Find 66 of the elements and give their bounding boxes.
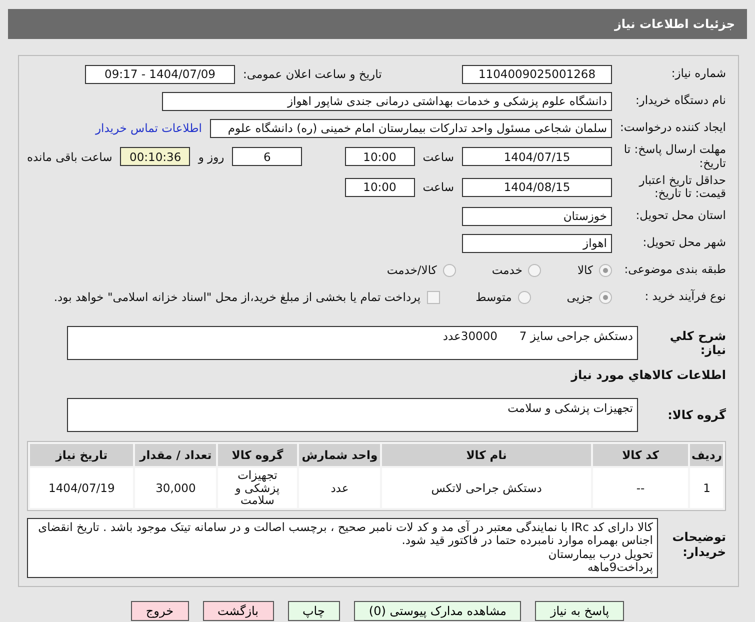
column-header: کد کالا [592,444,688,466]
option-label: جزیی [566,290,593,304]
announce-date-field: 1404/07/09 - 09:17 [85,64,235,84]
field-label: شهر محل تحویل: [642,236,726,250]
table-cell: تجهیزات پزشکی و سلامت [218,468,297,508]
field-label: نوع فرآیند خرید : [644,290,726,304]
need-number-field: 1104009025001268 [462,64,612,84]
table-cell: 1404/07/19 [30,468,134,508]
radio-button[interactable] [528,264,542,277]
option-label: کالا/خدمت [386,263,437,278]
field-label: ایجاد کننده درخواست: [620,121,726,135]
field-label: ساعت [422,150,454,164]
column-header: واحد شمارش [298,444,380,466]
page-title: جزئیات اطلاعات نیاز [8,9,747,39]
field-label: طبقه بندی موضوعی: [623,263,726,278]
checkbox[interactable] [426,290,440,304]
field-label: توضیحات خریدار: [671,530,726,559]
radio-button[interactable] [442,264,456,277]
option-label: کالا [577,263,593,278]
table-cell: عدد [298,468,380,508]
radio-button[interactable] [518,290,531,304]
validity-date-field: 1404/08/15 [462,178,612,197]
validity-time-field: 10:00 [344,178,415,197]
action-button[interactable]: خروج [130,601,188,622]
field-label: حداقل تاریخ اعتبار قیمت: تا تاریخ: [638,174,726,202]
deadline-time-field: 10:00 [344,147,415,166]
deadline-date-field: 1404/07/15 [462,147,612,166]
table-cell: -- [592,468,688,508]
field-label: شماره نیاز: [670,67,726,81]
action-button[interactable]: بازگشت [202,601,274,622]
notes-field: کالا دارای کد IRc با نمایندگی معتبر در آی مد و کد لات نامبر صحیح ، برچسب اصالت و در سامانه تیتک موجود باشد . تاریخ انقضای اجناس بهمراه موارد نامبرده حتما در فاکتور قید شود. تحویل درب بیمارستان پرداخت9ماهه [27,518,658,578]
column-header: تاریخ نیاز [30,444,134,466]
option-label: خدمت [492,263,522,278]
province-field: خوزستان [462,206,612,226]
action-button[interactable]: چاپ [288,601,340,622]
table-cell: 30,000 [135,468,216,508]
column-header: نام کالا [382,444,591,466]
field-label: شرح کلي نياز: [668,329,726,358]
radio-button[interactable] [599,264,612,277]
action-button[interactable]: مشاهده مدارک پیوستی (0) [354,601,522,622]
remaining-time-field: 00:10:36 [120,147,190,166]
section-title: اطلاعات کالاهاي مورد نياز [571,368,726,382]
column-header: گروه کالا [218,444,297,466]
field-label: نام دستگاه خریدار: [634,94,726,108]
field-label: گروه کالا: [666,408,726,422]
radio-button[interactable] [599,290,612,304]
table-cell: دستکش جراحی لاتکس [382,468,591,508]
field-label: ساعت [422,180,454,194]
field-label: تاریخ و ساعت اعلان عمومی: [243,67,382,81]
summary-field: دستکش جراحی سایز 7 30000عدد [67,326,638,360]
option-label: متوسط [476,290,512,304]
contact-link[interactable]: اطلاعات تماس خریدار [95,121,202,135]
buyer-field: دانشگاه علوم پزشکی و خدمات بهداشتی درمانی جندی شاپور اهواز [162,92,612,110]
field-label: مهلت ارسال پاسخ: تا تاریخ: [622,143,726,171]
option-label: پرداخت تمام یا بخشی از مبلغ خرید،از محل "اسناد خزانه اسلامی" خواهد بود. [54,290,421,304]
column-header: ردیف [690,444,723,466]
field-label: استان محل تحویل: [634,209,726,224]
field-label: روز و [198,150,224,164]
column-header: تعداد / مقدار [135,444,216,466]
action-button[interactable]: پاسخ به نیاز [535,601,624,622]
creator-field: سلمان شجاعی مسئول واحد تدارکات بیمارستان امام خمینی (ره) دانشگاه علوم [210,118,612,138]
table-cell: 1 [690,468,723,508]
days-field: 6 [232,147,302,166]
city-field: اهواز [462,234,612,253]
field-label: ساعت باقی مانده [27,150,112,164]
goods-group-field: تجهیزات پزشکی و سلامت [67,398,638,432]
